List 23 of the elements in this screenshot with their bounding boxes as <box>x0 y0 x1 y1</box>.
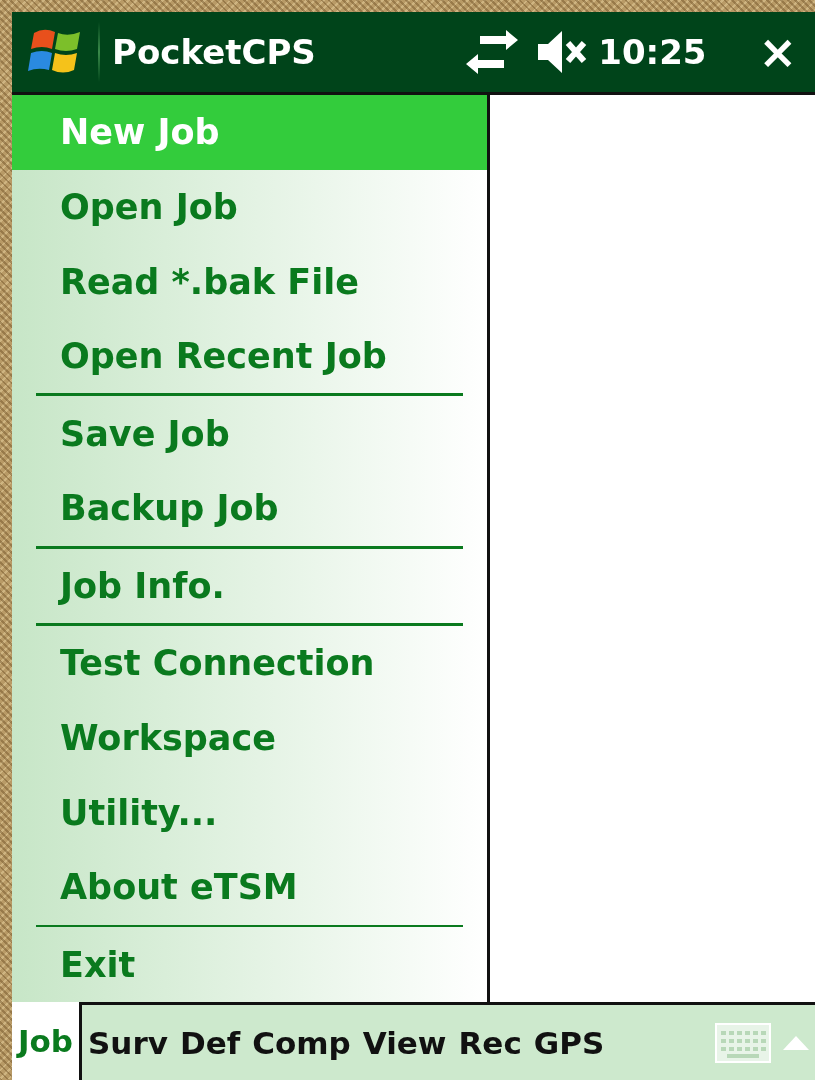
menu-item[interactable]: Open Recent Job <box>12 318 487 394</box>
menu-item[interactable]: Exit <box>12 927 487 1003</box>
up-arrow-icon[interactable] <box>783 1035 809 1050</box>
keyboard-icon[interactable] <box>715 1022 771 1063</box>
menu-item[interactable]: Save Job <box>12 396 487 471</box>
menu-bar-item[interactable]: GPS <box>527 1005 611 1080</box>
menu-item[interactable]: About eTSM <box>12 849 487 925</box>
menu-bar-item[interactable]: Def <box>173 1005 247 1080</box>
menu-item[interactable]: Utility... <box>12 775 487 850</box>
menu-bar-item[interactable]: View <box>356 1005 453 1080</box>
menu-bar-item[interactable]: Rec <box>452 1005 528 1080</box>
menu-item[interactable]: Workspace <box>12 700 487 776</box>
menu-bar-item[interactable]: Surv <box>82 1005 174 1080</box>
menu-bar-item[interactable]: Job <box>12 1002 83 1080</box>
menu-item[interactable]: Backup Job <box>12 471 487 546</box>
close-button[interactable]: × <box>758 29 797 75</box>
menu-bar-item[interactable]: Comp <box>246 1005 357 1080</box>
clock-time: 10:25 <box>598 32 707 72</box>
menu-item[interactable]: Job Info. <box>12 548 487 624</box>
menu-item[interactable]: Test Connection <box>12 626 487 701</box>
menu-item[interactable]: Open Job <box>12 169 487 245</box>
menu-item[interactable]: Read *.bak File <box>12 244 487 319</box>
app-title: PocketCPS <box>112 32 317 72</box>
